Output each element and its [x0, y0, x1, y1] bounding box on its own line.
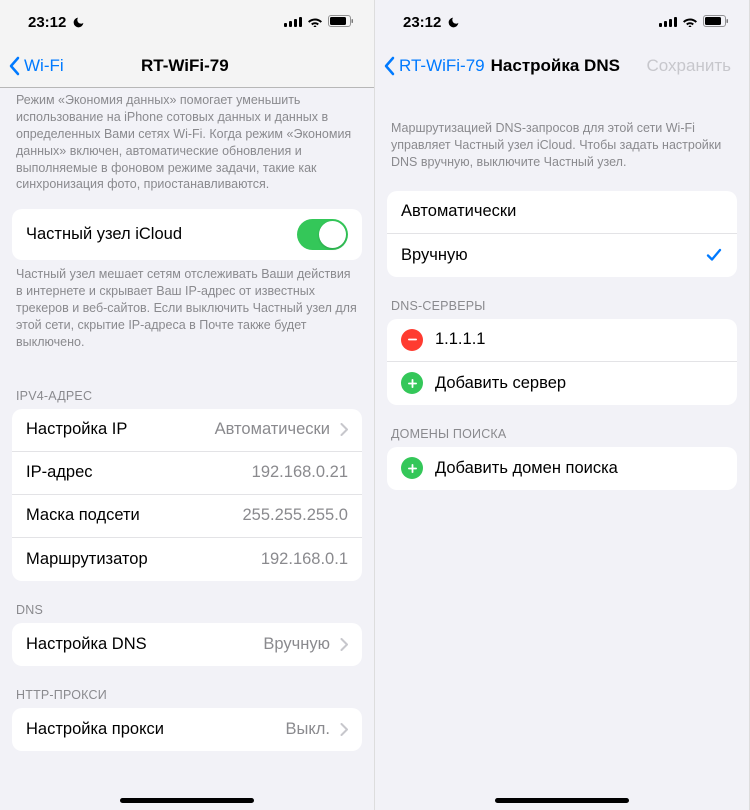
cellular-icon [284, 14, 302, 31]
configure-dns-row[interactable]: Настройка DNS Вручную [12, 623, 362, 666]
page-title: RT-WiFi-79 [64, 56, 306, 76]
battery-icon [703, 14, 729, 31]
subnet-row: Маска подсети 255.255.255.0 [12, 495, 362, 538]
status-bar: 23:12 [375, 0, 749, 44]
back-label: Wi-Fi [24, 56, 64, 76]
configure-proxy-row[interactable]: Настройка прокси Выкл. [12, 708, 362, 751]
nav-bar: Wi-Fi RT-WiFi-79 [0, 44, 374, 88]
do-not-disturb-icon [447, 16, 460, 29]
private-relay-footer: Частный узел мешает сетям отслеживать Ва… [0, 260, 374, 366]
search-domains-header: ДОМЕНЫ ПОИСКА [375, 405, 749, 447]
add-search-domain-row[interactable]: Добавить домен поиска [387, 447, 737, 490]
router-value: 192.168.0.1 [261, 550, 348, 569]
chevron-left-icon [8, 56, 20, 76]
configure-ip-value: Автоматически [215, 420, 330, 439]
remove-server-button[interactable] [401, 329, 423, 351]
configure-dns-label: Настройка DNS [26, 635, 263, 654]
dns-mode-manual-row[interactable]: Вручную [387, 234, 737, 277]
chevron-left-icon [383, 56, 395, 76]
configure-ip-row[interactable]: Настройка IP Автоматически [12, 409, 362, 452]
dns-mode-auto-label: Автоматически [401, 202, 723, 221]
add-server-label: Добавить сервер [435, 374, 566, 393]
status-bar: 23:12 [0, 0, 374, 44]
dns-intro: Маршрутизацией DNS-запросов для этой сет… [375, 88, 749, 191]
configure-proxy-label: Настройка прокси [26, 720, 286, 739]
data-saving-footer: Режим «Экономия данных» помогает уменьши… [0, 88, 374, 209]
ip-address-value: 192.168.0.21 [252, 463, 348, 482]
nav-bar: RT-WiFi-79 Настройка DNS Сохранить [375, 44, 749, 88]
page-title: Настройка DNS [491, 56, 620, 76]
add-server-row[interactable]: Добавить сервер [387, 362, 737, 405]
back-label: RT-WiFi-79 [399, 56, 485, 76]
router-label: Маршрутизатор [26, 550, 261, 569]
chevron-right-icon [340, 638, 348, 651]
configure-dns-value: Вручную [263, 635, 330, 654]
wifi-icon [682, 14, 698, 31]
cellular-icon [659, 14, 677, 31]
battery-icon [328, 14, 354, 31]
router-row: Маршрутизатор 192.168.0.1 [12, 538, 362, 581]
status-time: 23:12 [403, 14, 441, 31]
add-server-button[interactable] [401, 372, 423, 394]
plus-icon [407, 378, 418, 389]
dns-server-value: 1.1.1.1 [435, 330, 485, 349]
chevron-right-icon [340, 423, 348, 436]
back-button[interactable]: Wi-Fi [8, 56, 64, 76]
ipv4-header: IPV4-АДРЕС [0, 367, 374, 409]
proxy-header: HTTP-ПРОКСИ [0, 666, 374, 708]
back-button[interactable]: RT-WiFi-79 [383, 56, 485, 76]
private-relay-row[interactable]: Частный узел iCloud [12, 209, 362, 260]
do-not-disturb-icon [72, 16, 85, 29]
dns-server-row[interactable]: 1.1.1.1 [387, 319, 737, 362]
subnet-value: 255.255.255.0 [242, 506, 348, 525]
minus-icon [407, 334, 418, 345]
home-indicator[interactable] [120, 798, 254, 803]
status-time: 23:12 [28, 14, 66, 31]
checkmark-icon [705, 246, 723, 264]
add-search-domain-button[interactable] [401, 457, 423, 479]
private-relay-toggle[interactable] [297, 219, 348, 250]
dns-header: DNS [0, 581, 374, 623]
dns-servers-header: DNS-СЕРВЕРЫ [375, 277, 749, 319]
configure-proxy-value: Выкл. [286, 720, 330, 739]
plus-icon [407, 463, 418, 474]
private-relay-label: Частный узел iCloud [26, 225, 297, 244]
home-indicator[interactable] [495, 798, 629, 803]
wifi-icon [307, 14, 323, 31]
ip-address-row: IP-адрес 192.168.0.21 [12, 452, 362, 495]
dns-mode-auto-row[interactable]: Автоматически [387, 191, 737, 234]
save-button[interactable]: Сохранить [647, 56, 741, 76]
dns-mode-manual-label: Вручную [401, 246, 705, 265]
chevron-right-icon [340, 723, 348, 736]
ip-address-label: IP-адрес [26, 463, 252, 482]
add-search-domain-label: Добавить домен поиска [435, 459, 618, 478]
subnet-label: Маска подсети [26, 506, 242, 525]
configure-ip-label: Настройка IP [26, 420, 215, 439]
